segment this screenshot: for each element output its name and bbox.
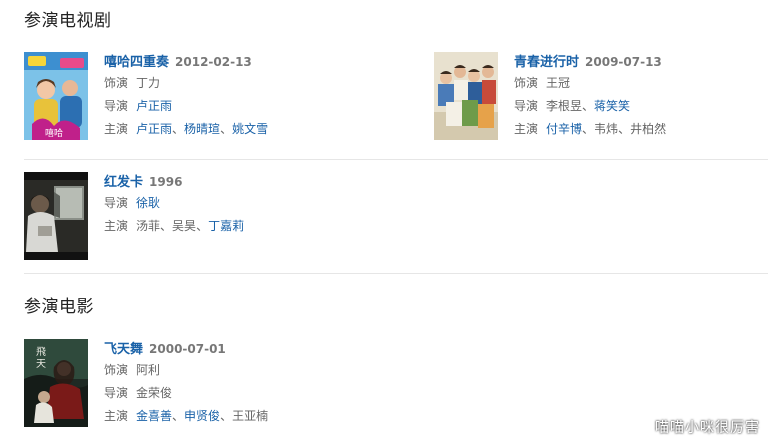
release-date: 2012-02-13: [175, 55, 252, 69]
role-label: 饰演: [514, 76, 539, 90]
director-label: 导演: [104, 99, 129, 113]
director-name: 李根昱: [546, 99, 583, 113]
cast-row: 主演 卢正雨、杨晴瑄、姚文雪: [104, 118, 268, 141]
role-row: 饰演 丁力: [104, 72, 268, 95]
director-label: 导演: [104, 196, 129, 210]
divider: [24, 273, 768, 274]
cast-link[interactable]: 金喜善: [136, 409, 172, 423]
role-name: 丁力: [136, 76, 161, 90]
movie-section-title: 参演电影: [24, 297, 94, 317]
cast-name: 韦炜: [594, 122, 619, 136]
work-title-link[interactable]: 红发卡: [104, 175, 143, 190]
cast-link[interactable]: 卢正雨: [136, 122, 172, 136]
director-link[interactable]: 卢正雨: [136, 99, 172, 113]
separator: 、: [582, 99, 595, 113]
cast-link[interactable]: 丁嘉莉: [208, 219, 244, 233]
director-row: 导演 徐耿: [104, 192, 244, 215]
cast-label: 主演: [104, 409, 129, 423]
cast-name: 井柏然: [630, 122, 667, 136]
cast-row: 主演 付辛博、韦炜、井柏然: [514, 118, 666, 141]
divider: [24, 159, 768, 160]
director-name: 金荣俊: [136, 386, 173, 400]
work-title-link[interactable]: 飞天舞: [104, 342, 143, 357]
director-link[interactable]: 徐耿: [136, 196, 160, 210]
cast-label: 主演: [104, 219, 129, 233]
cast-link[interactable]: 姚文雪: [232, 122, 268, 136]
separator: 、: [160, 219, 173, 233]
watermark-text: 喵喵小咪很厉害: [655, 420, 760, 436]
cast-label: 主演: [104, 122, 129, 136]
director-label: 导演: [514, 99, 539, 113]
svg-text:飛: 飛: [36, 346, 46, 358]
cast-link[interactable]: 申贤俊: [184, 409, 220, 423]
separator: 、: [172, 409, 185, 423]
svg-text:天: 天: [36, 359, 46, 370]
poster-image[interactable]: 嘻哈: [24, 52, 88, 140]
cast-name: 吴昊: [172, 219, 197, 233]
cast-label: 主演: [514, 122, 539, 136]
separator: 、: [220, 122, 233, 136]
role-row: 饰演 阿利: [104, 359, 268, 382]
tv-section-title: 参演电视剧: [24, 11, 112, 31]
role-label: 饰演: [104, 76, 129, 90]
cast-row: 主演 汤菲、吴昊、丁嘉莉: [104, 215, 244, 238]
separator: 、: [220, 409, 233, 423]
cast-link[interactable]: 付辛博: [546, 122, 582, 136]
role-name: 王冠: [546, 76, 571, 90]
director-link[interactable]: 蒋笑笑: [594, 99, 630, 113]
release-date: 2000-07-01: [149, 342, 226, 356]
role-row: 饰演 王冠: [514, 72, 666, 95]
release-date: 1996: [149, 175, 183, 189]
release-date: 2009-07-13: [585, 55, 662, 69]
role-name: 阿利: [136, 363, 161, 377]
poster-image[interactable]: [24, 172, 88, 260]
separator: 、: [172, 122, 185, 136]
cast-name: 王亚楠: [232, 409, 269, 423]
cast-name: 汤菲: [136, 219, 161, 233]
svg-text:嘻哈: 嘻哈: [45, 127, 63, 139]
cast-row: 主演 金喜善、申贤俊、王亚楠: [104, 405, 268, 428]
director-label: 导演: [104, 386, 129, 400]
work-title-link[interactable]: 嘻哈四重奏: [104, 55, 169, 70]
poster-image[interactable]: 飛 天: [24, 339, 88, 427]
poster-image[interactable]: [434, 52, 498, 140]
director-row: 导演 李根昱、蒋笑笑: [514, 95, 666, 118]
role-label: 饰演: [104, 363, 129, 377]
separator: 、: [618, 122, 631, 136]
work-title-link[interactable]: 青春进行时: [514, 55, 579, 70]
separator: 、: [196, 219, 209, 233]
cast-link[interactable]: 杨晴瑄: [184, 122, 220, 136]
separator: 、: [582, 122, 595, 136]
director-row: 导演 卢正雨: [104, 95, 268, 118]
director-row: 导演 金荣俊: [104, 382, 268, 405]
